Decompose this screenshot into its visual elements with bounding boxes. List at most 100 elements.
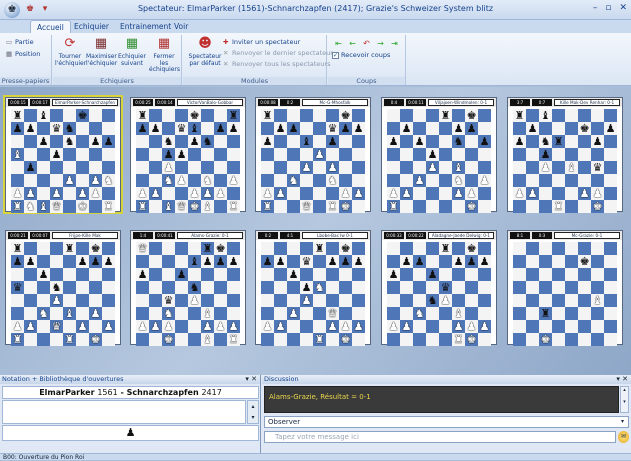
chess-piece[interactable]: ♟ (13, 187, 23, 200)
board-square[interactable]: ♟ (50, 187, 63, 200)
board-square[interactable] (465, 174, 478, 187)
board-square[interactable] (102, 148, 115, 161)
chess-piece[interactable]: ♛ (302, 200, 312, 213)
chess-piece[interactable]: ♟ (354, 187, 364, 200)
board-square[interactable]: ♚ (591, 200, 604, 213)
board-square[interactable] (539, 122, 552, 135)
board-square[interactable] (565, 320, 578, 333)
chess-piece[interactable]: ♞ (164, 307, 174, 320)
board-panel[interactable]: 0:00:25 0:00:14 VictorVanBalo-Gobbar ♜ ♚ ♜ ♟ ♟ ♛… (130, 97, 246, 213)
board-square[interactable]: ♚ (578, 255, 591, 268)
chess-piece[interactable]: ♟ (52, 187, 62, 200)
board-square[interactable]: ♟ (201, 187, 214, 200)
board-square[interactable] (465, 294, 478, 307)
board-square[interactable] (539, 294, 552, 307)
board-square[interactable] (326, 109, 339, 122)
chess-piece[interactable]: ♟ (593, 187, 603, 200)
board-square[interactable]: ♛ (11, 281, 24, 294)
board-square[interactable] (136, 135, 149, 148)
board-square[interactable]: ♟ (326, 255, 339, 268)
board-square[interactable]: ♟ (387, 187, 400, 200)
board-square[interactable] (565, 135, 578, 148)
chess-piece[interactable]: ♟ (276, 320, 286, 333)
board-square[interactable] (604, 200, 617, 213)
board-square[interactable]: ♜ (201, 242, 214, 255)
board-square[interactable]: ♟ (452, 320, 465, 333)
board-square[interactable] (162, 281, 175, 294)
board-square[interactable] (227, 281, 240, 294)
board-square[interactable] (513, 174, 526, 187)
board-square[interactable] (552, 242, 565, 255)
board-square[interactable] (300, 333, 313, 346)
board-square[interactable] (24, 148, 37, 161)
chess-piece[interactable]: ♚ (190, 109, 200, 122)
chess-piece[interactable]: ♚ (190, 200, 200, 213)
board-square[interactable]: ♜ (261, 109, 274, 122)
board-square[interactable] (50, 135, 63, 148)
chess-piece[interactable]: ♟ (263, 135, 273, 148)
board-square[interactable] (439, 320, 452, 333)
board-square[interactable] (24, 242, 37, 255)
board-square[interactable] (89, 294, 102, 307)
board-square[interactable] (552, 268, 565, 281)
board-square[interactable] (591, 281, 604, 294)
board-square[interactable] (136, 255, 149, 268)
chess-piece[interactable]: ♟ (528, 187, 538, 200)
chess-piece[interactable]: ♟ (39, 135, 49, 148)
chess-piece[interactable]: ♟ (454, 187, 464, 200)
board-square[interactable] (287, 242, 300, 255)
board-square[interactable] (352, 135, 365, 148)
chess-piece[interactable]: ♟ (454, 320, 464, 333)
board-square[interactable] (50, 242, 63, 255)
board-square[interactable] (201, 148, 214, 161)
chess-piece[interactable]: ♟ (480, 255, 490, 268)
board-square[interactable] (565, 109, 578, 122)
board-square[interactable] (227, 187, 240, 200)
board-square[interactable]: ♟ (413, 174, 426, 187)
board-panel[interactable]: 0:2 4:1 Lbobe-Bas Iw 0-1 ♜ ♚ ♟ ♟ ♛ ♟ ♟ ♟ ♟ ♟ ♞ ♟ ♟ ♛ ♟ ♟ ♟ ♟… (255, 230, 371, 346)
board-square[interactable]: ♚ (76, 200, 89, 213)
board-square[interactable]: ♞ (201, 135, 214, 148)
board-square[interactable] (387, 242, 400, 255)
board-square[interactable] (513, 268, 526, 281)
board-square[interactable] (11, 268, 24, 281)
board-square[interactable] (37, 281, 50, 294)
chess-piece[interactable]: ♟ (203, 320, 213, 333)
board-square[interactable] (175, 255, 188, 268)
board-square[interactable] (261, 122, 274, 135)
chess-piece[interactable]: ♚ (341, 333, 351, 346)
board-square[interactable]: ♟ (274, 320, 287, 333)
board-square[interactable]: ♜ (552, 200, 565, 213)
board-square[interactable] (24, 307, 37, 320)
chess-piece[interactable]: ♟ (216, 122, 226, 135)
chess-piece[interactable]: ♟ (164, 148, 174, 161)
board-square[interactable]: ♜ (11, 200, 24, 213)
board-square[interactable]: ♟ (261, 320, 274, 333)
chess-piece[interactable]: ♚ (341, 109, 351, 122)
board-square[interactable] (513, 281, 526, 294)
chess-piece[interactable]: ♛ (52, 122, 62, 135)
chess-piece[interactable]: ♝ (541, 109, 551, 122)
board-square[interactable] (526, 242, 539, 255)
board-square[interactable] (513, 200, 526, 213)
board-square[interactable]: ♞ (326, 174, 339, 187)
board-square[interactable] (339, 148, 352, 161)
board-square[interactable]: ♞ (63, 122, 76, 135)
board-square[interactable] (526, 320, 539, 333)
chess-piece[interactable]: ♚ (216, 242, 226, 255)
board-square[interactable] (175, 294, 188, 307)
board-square[interactable]: ♜ (227, 200, 240, 213)
board-square[interactable] (478, 268, 491, 281)
board-square[interactable]: ♞ (539, 135, 552, 148)
board-square[interactable] (578, 294, 591, 307)
board-square[interactable] (37, 148, 50, 161)
board-square[interactable]: ♟ (439, 294, 452, 307)
board-square[interactable] (227, 242, 240, 255)
board-panel[interactable]: 8:1 0:3 Mc-Grazie: 0-1 ♚ ♝ ♜ ♚ (507, 230, 623, 346)
board-square[interactable] (162, 268, 175, 281)
board-square[interactable]: ♟ (227, 122, 240, 135)
board-square[interactable]: ♝ (63, 307, 76, 320)
board-square[interactable]: ♛ (50, 122, 63, 135)
board-square[interactable]: ♟ (339, 255, 352, 268)
board-square[interactable]: ♟ (162, 161, 175, 174)
